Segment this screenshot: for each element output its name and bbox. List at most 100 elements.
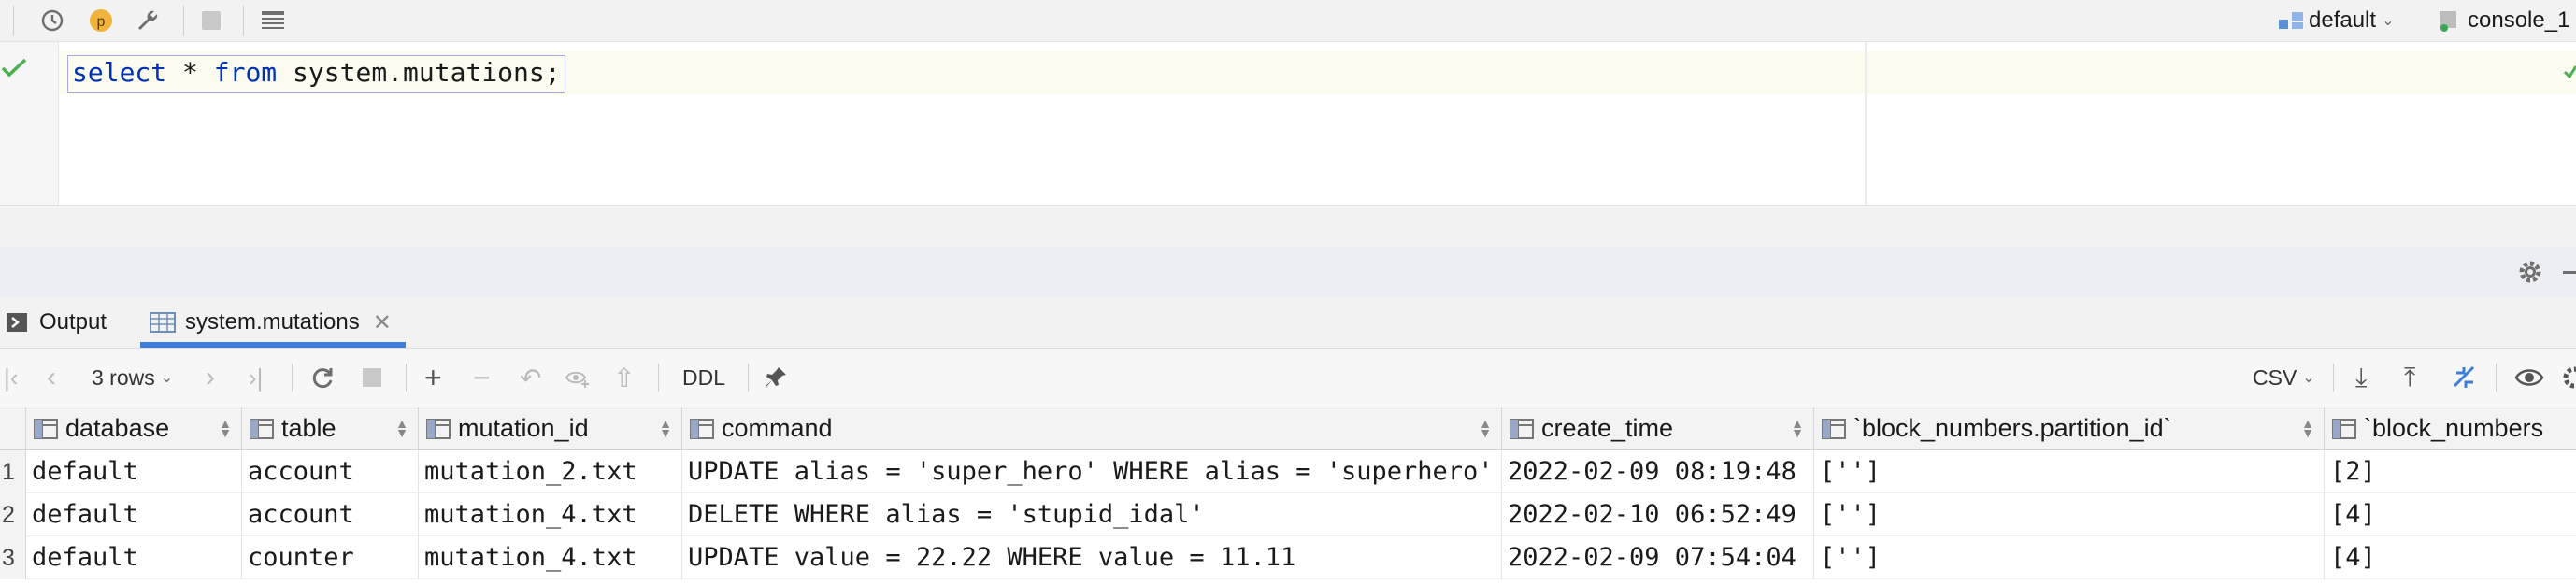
table-cell[interactable]: account — [242, 450, 419, 493]
sort-icon[interactable]: ▲ ▼ — [1479, 417, 1492, 439]
wrench-icon[interactable] — [133, 6, 163, 36]
table-cell[interactable]: [4] — [2325, 536, 2576, 579]
previous-page-icon[interactable]: ‹ — [47, 349, 56, 407]
toolbar-separator — [183, 6, 184, 36]
column-header-block-numbers[interactable]: `block_numbers — [2325, 407, 2576, 450]
keyword-from: from — [213, 57, 278, 88]
column-header-table[interactable]: table ▲ ▼ — [242, 407, 419, 450]
column-icon — [1822, 418, 1846, 439]
column-header-create-time[interactable]: create_time ▲ ▼ — [1502, 407, 1814, 450]
table-view-icon[interactable] — [258, 6, 288, 36]
row-number[interactable]: 3 — [0, 536, 26, 579]
sort-icon[interactable]: ▲ ▼ — [2301, 417, 2314, 439]
gear-icon[interactable] — [2516, 258, 2544, 286]
editor-gutter — [0, 42, 59, 205]
toolbar-separator — [406, 364, 407, 392]
table-cell[interactable]: account — [242, 493, 419, 536]
sql-statement[interactable]: select * from system.mutations; — [67, 55, 565, 93]
output-icon — [7, 313, 27, 332]
current-line-highlight — [1867, 51, 2576, 94]
session-label: console_1 — [2468, 7, 2570, 33]
table-cell[interactable]: default — [26, 493, 242, 536]
table-cell[interactable]: [''] — [1814, 536, 2325, 579]
sort-icon[interactable]: ▲ ▼ — [659, 417, 672, 439]
submit-icon[interactable]: ⇧ — [613, 349, 635, 407]
download-icon[interactable]: ⤓ — [2355, 349, 2367, 407]
table-cell[interactable]: [''] — [1814, 493, 2325, 536]
column-header-label: table — [281, 414, 336, 442]
schema-selector[interactable]: default ⌄ — [2277, 0, 2394, 41]
stop-icon[interactable] — [196, 6, 226, 36]
sort-icon[interactable]: ▲ ▼ — [395, 417, 408, 439]
table-cell[interactable]: 2022-02-09 08:19:48 — [1502, 450, 1814, 493]
close-icon[interactable]: ✕ — [373, 309, 392, 336]
table-cell[interactable]: [2] — [2325, 450, 2576, 493]
column-icon — [426, 418, 451, 439]
table-cell[interactable]: mutation_2.txt — [419, 450, 682, 493]
first-page-icon[interactable]: |‹ — [4, 349, 18, 407]
tab-label: Output — [39, 309, 107, 335]
active-tab-indicator — [140, 342, 406, 348]
ddl-button[interactable]: DDL — [682, 349, 725, 407]
preview-changes-icon[interactable] — [565, 349, 593, 407]
column-header-label: create_time — [1541, 414, 1674, 442]
schema-label: default — [2309, 7, 2377, 33]
row-count-selector[interactable]: 3 rows ⌄ — [92, 349, 173, 407]
column-header-command[interactable]: command ▲ ▼ — [682, 407, 1502, 450]
refresh-icon[interactable] — [310, 349, 335, 407]
view-icon[interactable] — [2514, 349, 2544, 407]
table-cell[interactable]: mutation_4.txt — [419, 536, 682, 579]
sort-icon[interactable]: ▲ ▼ — [219, 417, 232, 439]
column-header-label: `block_numbers.partition_id` — [1853, 414, 2172, 442]
checkmark-icon — [1, 58, 27, 78]
export-format-selector[interactable]: CSV ⌄ — [2253, 349, 2315, 407]
chevron-down-icon: ⌄ — [2302, 370, 2315, 386]
session-selector[interactable]: console_1 ⌄ — [2436, 0, 2576, 41]
add-row-icon[interactable]: + — [424, 349, 442, 407]
next-page-icon[interactable]: › — [206, 349, 215, 407]
table-cell[interactable]: mutation_4.txt — [419, 493, 682, 536]
results-toolbar: |‹ ‹ 3 rows ⌄ › ›| + − ↶ ⇧ DDL CSV ⌄ ⤓ ⤒ — [0, 349, 2576, 407]
tab-system-mutations[interactable]: system.mutations ✕ — [150, 297, 392, 348]
table-cell[interactable]: 2022-02-09 07:54:04 — [1502, 536, 1814, 579]
table-cell[interactable]: counter — [242, 536, 419, 579]
table-cell[interactable]: UPDATE value = 22.22 WHERE value = 11.11 — [682, 536, 1502, 579]
sql-editor[interactable]: select * from system.mutations; — [0, 42, 2576, 205]
column-header-partition-id[interactable]: `block_numbers.partition_id` ▲ ▼ — [1814, 407, 2325, 450]
p-badge-text: p — [97, 14, 106, 30]
toolbar-separator — [2333, 364, 2334, 392]
pin-tab-icon[interactable] — [763, 349, 789, 407]
history-icon[interactable] — [37, 6, 67, 36]
delete-row-icon[interactable]: − — [473, 349, 491, 407]
table-cell[interactable]: [''] — [1814, 450, 2325, 493]
table-cell[interactable]: 2022-02-10 06:52:49 — [1502, 493, 1814, 536]
upload-icon[interactable]: ⤒ — [2404, 349, 2415, 407]
star-token: * — [182, 57, 198, 88]
chevron-down-icon: ⌄ — [2382, 13, 2395, 29]
column-icon — [1510, 418, 1534, 439]
compare-icon[interactable] — [2451, 349, 2479, 407]
table-cell[interactable]: default — [26, 450, 242, 493]
column-header-mutation-id[interactable]: mutation_id ▲ ▼ — [419, 407, 682, 450]
semicolon-token: ; — [544, 57, 561, 88]
results-grid: database ▲ ▼ table ▲ ▼ mutation_id ▲ ▼ comm… — [0, 407, 2576, 585]
stop-icon[interactable] — [363, 349, 381, 407]
table-cell[interactable]: [4] — [2325, 493, 2576, 536]
row-number[interactable]: 1 — [0, 450, 26, 493]
tab-output[interactable]: Output — [6, 297, 107, 348]
row-number[interactable]: 2 — [0, 493, 26, 536]
column-header-database[interactable]: database ▲ ▼ — [26, 407, 242, 450]
ddl-label: DDL — [682, 364, 726, 390]
revert-icon[interactable]: ↶ — [520, 349, 541, 407]
settings-icon[interactable] — [2561, 349, 2576, 407]
explain-plan-icon[interactable]: p — [86, 6, 116, 36]
table-cell[interactable]: DELETE WHERE alias = 'stupid_idal' — [682, 493, 1502, 536]
minimize-icon[interactable] — [2563, 271, 2576, 274]
chevron-down-icon: ⌄ — [160, 370, 174, 386]
sort-icon[interactable]: ▲ ▼ — [1791, 417, 1804, 439]
editor-bottom-bar — [0, 205, 2576, 248]
table-cell[interactable]: default — [26, 536, 242, 579]
toolbar-separator — [13, 6, 14, 36]
last-page-icon[interactable]: ›| — [249, 349, 263, 407]
table-cell[interactable]: UPDATE alias = 'super_hero' WHERE alias … — [682, 450, 1502, 493]
